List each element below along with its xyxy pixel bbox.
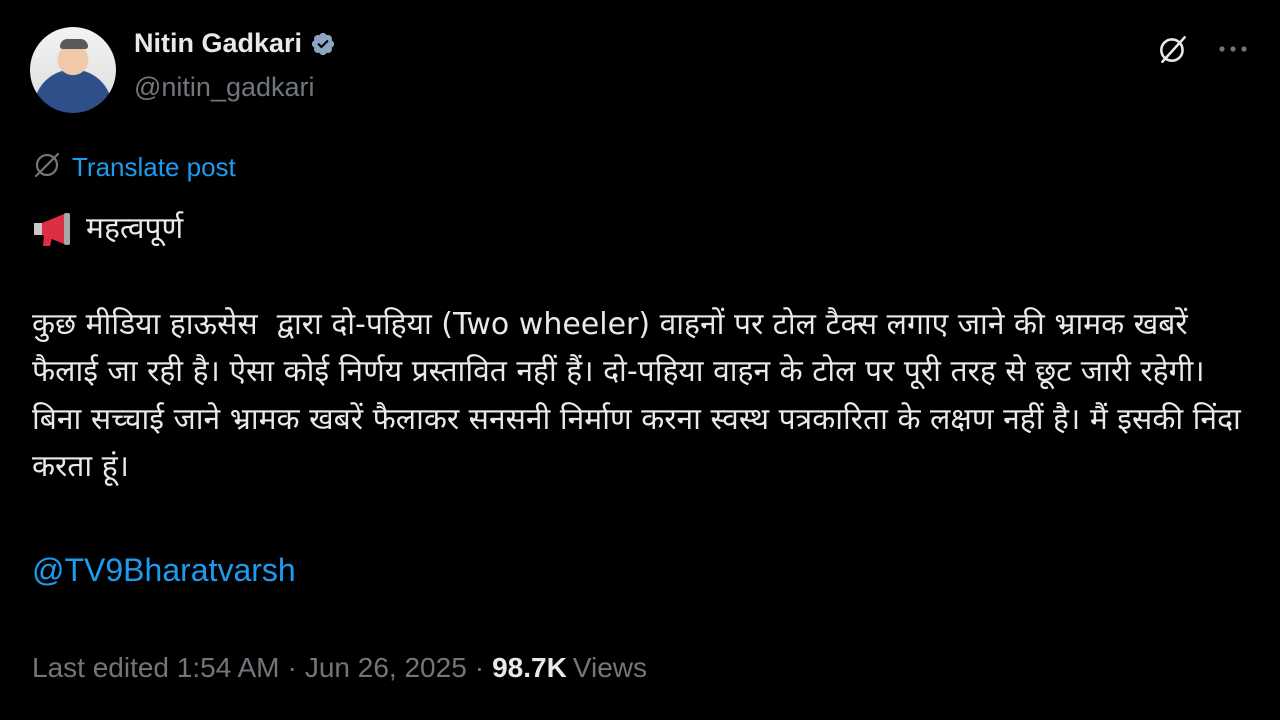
mention-link[interactable]: @TV9Bharatvarsh xyxy=(32,547,296,595)
post-date[interactable]: Jun 26, 2025 xyxy=(305,652,467,684)
post-heading-row: महत्वपूर्ण xyxy=(32,205,1252,253)
verified-badge-icon[interactable] xyxy=(310,31,336,57)
author-avatar[interactable] xyxy=(30,27,116,113)
grok-icon[interactable] xyxy=(1156,32,1190,66)
meta-separator-2: · xyxy=(474,652,485,683)
translate-post-link[interactable]: Translate post xyxy=(32,150,236,184)
translate-globe-icon xyxy=(32,150,62,184)
translate-post-label[interactable]: Translate post xyxy=(72,152,236,183)
post-heading: महत्वपूर्ण xyxy=(86,211,184,246)
author-display-name[interactable]: Nitin Gadkari xyxy=(134,28,302,59)
megaphone-icon xyxy=(32,210,78,248)
views-count[interactable]: 98.7K xyxy=(492,652,567,684)
last-edited-time[interactable]: Last edited 1:54 AM xyxy=(32,652,280,684)
more-options-icon[interactable] xyxy=(1218,44,1248,54)
post-paragraph: कुछ मीडिया हाऊसेस द्वारा दो-पहिया (Two w… xyxy=(32,306,1251,485)
post-body: महत्वपूर्ण कुछ मीडिया हाऊसेस द्वारा दो-प… xyxy=(32,205,1252,595)
post-meta-row: Last edited 1:54 AM · Jun 26, 2025 · 98.… xyxy=(32,652,647,684)
author-name-row: Nitin Gadkari xyxy=(134,28,336,59)
post-top-actions xyxy=(1156,32,1248,66)
avatar-hair-detail xyxy=(60,39,88,49)
meta-separator: · xyxy=(287,652,297,683)
views-label: Views xyxy=(572,652,647,683)
author-handle[interactable]: @nitin_gadkari xyxy=(134,72,315,103)
